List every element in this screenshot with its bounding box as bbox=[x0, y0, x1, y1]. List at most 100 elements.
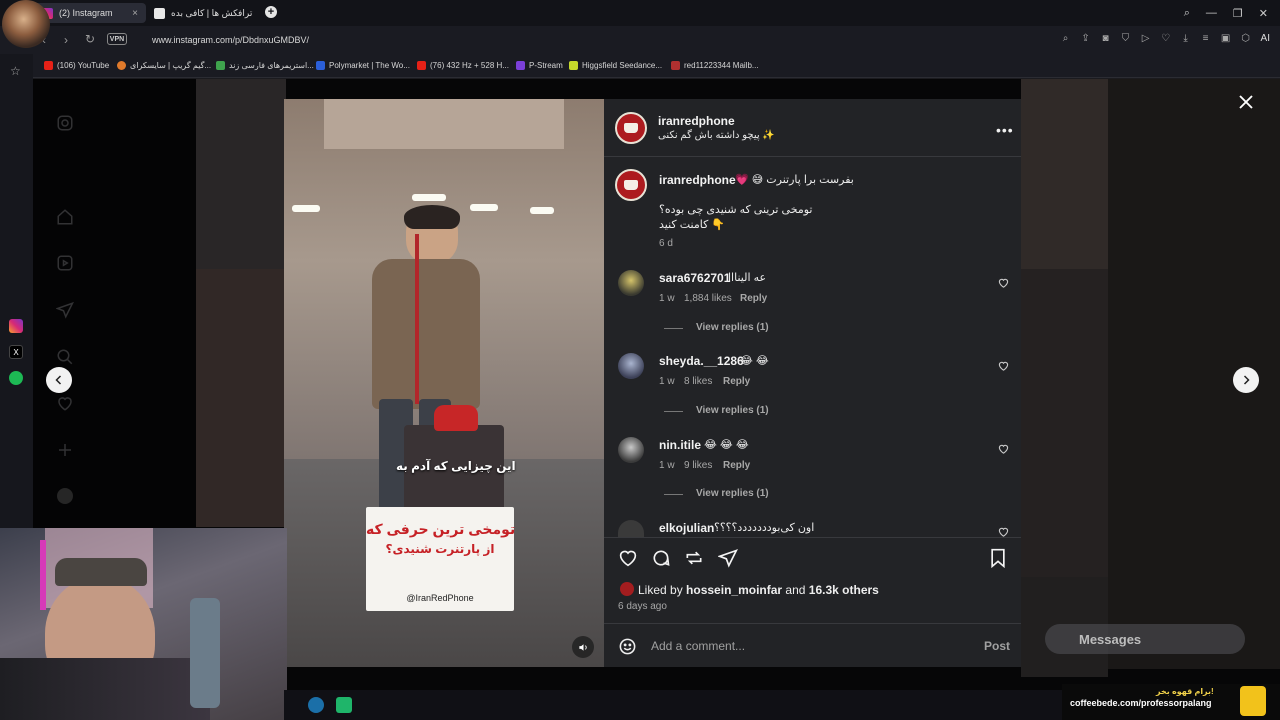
bookmark-polymarket[interactable]: Polymarket | The Wo... bbox=[316, 61, 410, 70]
mute-button[interactable] bbox=[572, 636, 594, 658]
close-modal-icon[interactable] bbox=[1237, 93, 1255, 111]
wallet-icon[interactable]: ▣ bbox=[1221, 33, 1231, 44]
comment-likes[interactable]: 8 likes bbox=[684, 376, 712, 387]
instagram-sidebar-icon[interactable] bbox=[9, 319, 23, 333]
reload-icon[interactable]: ↻ bbox=[85, 32, 95, 46]
author-name[interactable]: iranredphone bbox=[658, 114, 735, 128]
camera-icon[interactable]: ◙ bbox=[1101, 33, 1111, 44]
liked-by-avatar[interactable] bbox=[620, 582, 634, 596]
shield-icon[interactable]: ⛉ bbox=[1121, 33, 1131, 44]
caption-line3: کامنت کنید 👇 bbox=[659, 219, 726, 231]
heart-icon[interactable]: ♡ bbox=[1161, 33, 1171, 44]
youtube-icon bbox=[44, 61, 53, 70]
app-icon[interactable] bbox=[336, 697, 352, 713]
comment-like-icon[interactable] bbox=[998, 278, 1009, 288]
bookmark-mailbox[interactable]: red11223344 Mailb... bbox=[671, 61, 759, 70]
comment-reply[interactable]: Reply bbox=[723, 460, 750, 471]
forward-icon[interactable]: › bbox=[64, 33, 68, 47]
menu-icon[interactable]: ≡ bbox=[1201, 33, 1211, 44]
media-light bbox=[292, 205, 320, 212]
repost-icon[interactable] bbox=[684, 548, 704, 568]
spotify-sidebar-icon[interactable] bbox=[9, 371, 23, 385]
emoji-icon[interactable] bbox=[618, 637, 637, 656]
close-tab-icon[interactable]: × bbox=[132, 8, 138, 19]
media-light bbox=[530, 207, 554, 214]
share-send-icon[interactable] bbox=[718, 548, 738, 568]
view-replies[interactable]: View replies (1) bbox=[696, 322, 769, 333]
author-avatar[interactable] bbox=[615, 112, 647, 144]
bookmark-432hz[interactable]: (76) 432 Hz + 528 H... bbox=[417, 61, 509, 70]
view-replies[interactable]: View replies (1) bbox=[696, 488, 769, 499]
tab-coffeebede[interactable]: ترافکش ها | کافی بده bbox=[146, 3, 262, 23]
download-icon[interactable]: ⤓ bbox=[1181, 33, 1191, 44]
comment-likes[interactable]: 9 likes bbox=[684, 460, 712, 471]
comment-likes[interactable]: 1,884 likes bbox=[684, 293, 732, 304]
bookmark-gamegrip[interactable]: گیم گریپ | سایسکرای... bbox=[117, 61, 211, 70]
previous-post-button[interactable] bbox=[46, 367, 72, 393]
taskbar bbox=[284, 690, 1064, 720]
bookmark-streamers[interactable]: استریمرهای فارسی زند... bbox=[216, 61, 314, 70]
comment-user[interactable]: nin.itile bbox=[659, 438, 701, 452]
comment-avatar[interactable] bbox=[618, 520, 644, 537]
post-date: 6 days ago bbox=[618, 601, 667, 612]
polymarket-icon bbox=[316, 61, 325, 70]
minimize-icon[interactable]: — bbox=[1206, 7, 1217, 19]
liked-by-others[interactable]: 16.3k others bbox=[809, 583, 879, 597]
tab-instagram[interactable]: (2) Instagram × bbox=[34, 3, 146, 23]
cube-icon[interactable]: ⬡ bbox=[1241, 33, 1251, 44]
steam-icon[interactable] bbox=[308, 697, 324, 713]
vpn-badge[interactable]: VPN bbox=[107, 33, 127, 45]
toolbar-icons: ⌕ ⇪ ◙ ⛉ ▷ ♡ ⤓ ≡ ▣ ⬡ AI bbox=[1061, 33, 1270, 44]
comment-avatar[interactable] bbox=[618, 353, 644, 379]
play-icon[interactable]: ▷ bbox=[1141, 33, 1151, 44]
webcam-overlay bbox=[0, 528, 287, 720]
comment-reply[interactable]: Reply bbox=[723, 376, 750, 387]
star-icon[interactable]: ☆ bbox=[10, 64, 21, 78]
comment-reply[interactable]: Reply bbox=[740, 293, 767, 304]
media-light bbox=[412, 194, 446, 201]
comment-like-icon[interactable] bbox=[998, 444, 1009, 454]
post-media[interactable]: این چیزایی که آدم به تومخی ترین حرفی که … bbox=[284, 99, 604, 667]
save-bookmark-icon[interactable] bbox=[989, 548, 1007, 568]
url-field[interactable]: www.instagram.com/p/DbdnxuGMDBV/ bbox=[152, 35, 309, 45]
promo-line1: برام قهوه بخر! bbox=[1156, 687, 1214, 696]
ai-button[interactable]: AI bbox=[1261, 33, 1270, 44]
caption-avatar[interactable] bbox=[615, 169, 647, 201]
tab-label: ترافکش ها | کافی بده bbox=[171, 7, 253, 18]
comment-icon[interactable] bbox=[651, 548, 671, 568]
comment-like-icon[interactable] bbox=[998, 527, 1009, 537]
comment-text: عه الینااا bbox=[728, 272, 767, 284]
tab-bar: (2) Instagram × ترافکش ها | کافی بده + ⌕… bbox=[0, 0, 1280, 48]
bookmark-youtube[interactable]: (106) YouTube bbox=[44, 61, 109, 70]
comment-user[interactable]: elkojulian bbox=[659, 521, 714, 535]
messages-pill[interactable]: Messages bbox=[1045, 624, 1245, 654]
bookmark-higgsfield[interactable]: Higgsfield Seedance... bbox=[569, 61, 662, 70]
streamers-icon bbox=[216, 61, 225, 70]
more-options-icon[interactable]: ••• bbox=[996, 122, 1014, 138]
share-icon[interactable]: ⇪ bbox=[1081, 33, 1091, 44]
coffee-cup-icon bbox=[1240, 686, 1266, 716]
add-comment-input[interactable]: Add a comment... bbox=[651, 639, 745, 653]
comment-avatar[interactable] bbox=[618, 437, 644, 463]
bookmark-pstream[interactable]: P-Stream bbox=[516, 61, 563, 70]
new-tab-button[interactable]: + bbox=[265, 6, 277, 18]
x-sidebar-icon[interactable]: X bbox=[9, 345, 23, 359]
gamegrip-icon bbox=[117, 61, 126, 70]
search-tabs-icon[interactable]: ⌕ bbox=[1184, 7, 1190, 20]
profile-avatar[interactable] bbox=[2, 0, 50, 48]
close-window-icon[interactable]: ✕ bbox=[1259, 7, 1268, 20]
like-heart-icon[interactable] bbox=[618, 549, 638, 567]
caption-author[interactable]: iranredphone bbox=[659, 173, 736, 187]
comment-like-icon[interactable] bbox=[998, 361, 1009, 371]
liked-by-user[interactable]: hossein_moinfar bbox=[686, 583, 782, 597]
post-comment-button[interactable]: Post bbox=[984, 639, 1010, 653]
next-post-button[interactable] bbox=[1233, 367, 1259, 393]
view-replies[interactable]: View replies (1) bbox=[696, 405, 769, 416]
media-sign-card: تومخی ترین حرفی که از پارتنرت شنیدی؟ @Ir… bbox=[366, 507, 515, 611]
comment-avatar[interactable] bbox=[618, 270, 644, 296]
chevron-right-icon bbox=[1243, 375, 1250, 385]
maximize-icon[interactable]: ❐ bbox=[1233, 7, 1243, 20]
zoom-icon[interactable]: ⌕ bbox=[1061, 33, 1071, 44]
comment-user[interactable]: sara6762701 bbox=[659, 271, 730, 285]
comment-user[interactable]: sheyda.__1286 bbox=[659, 354, 744, 368]
